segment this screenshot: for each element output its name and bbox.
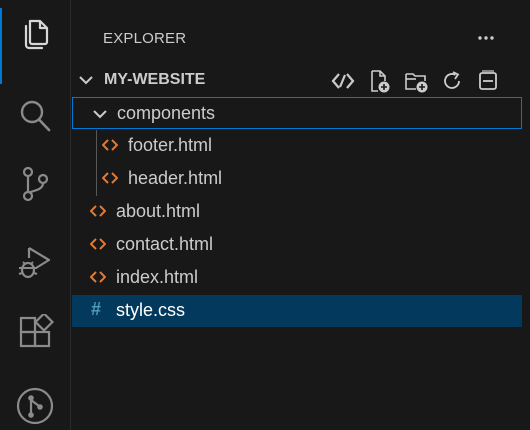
search-activity-button[interactable]: [0, 92, 71, 150]
activity-bar: [0, 0, 71, 430]
refresh-explorer-button[interactable]: [440, 69, 464, 93]
collapse-all-button[interactable]: [476, 69, 500, 93]
tree-file-contact[interactable]: contact.html: [72, 229, 522, 261]
tree-file-footer[interactable]: footer.html: [72, 130, 522, 162]
file-label: about.html: [116, 201, 201, 221]
collapse-all-icon: [479, 70, 497, 90]
refresh-icon: [444, 71, 460, 89]
extensions-icon: [19, 314, 54, 348]
search-icon: [20, 100, 51, 132]
folder-label: components: [117, 103, 216, 123]
more-actions-button[interactable]: [472, 26, 500, 50]
file-label: index.html: [116, 267, 199, 287]
html-icon: [102, 139, 118, 151]
workspace-name: MY-WEBSITE: [104, 71, 206, 88]
git-graph-activity-button[interactable]: [0, 380, 71, 430]
source-control-icon: [22, 166, 49, 202]
explorer-activity-button[interactable]: [0, 14, 71, 72]
open-editors-icon: [331, 73, 355, 89]
run-debug-activity-button[interactable]: [0, 238, 71, 296]
html-icon: [90, 271, 106, 283]
tree-file-about[interactable]: about.html: [72, 196, 522, 228]
tree-file-index[interactable]: index.html: [72, 262, 522, 294]
git-graph-icon: [16, 387, 54, 425]
html-icon: [90, 205, 106, 217]
file-label: style.css: [116, 300, 186, 320]
sidebar-title: EXPLORER: [103, 30, 187, 47]
new-file-icon: [371, 70, 390, 93]
open-editors-button[interactable]: [330, 69, 355, 93]
new-file-button[interactable]: [368, 69, 392, 93]
new-folder-button[interactable]: [404, 69, 428, 93]
chevron-down-icon: [79, 76, 93, 85]
html-icon: [102, 172, 118, 184]
files-icon: [24, 19, 49, 50]
new-folder-icon: [405, 73, 428, 93]
source-control-activity-button[interactable]: [0, 160, 71, 218]
css-icon: #: [91, 299, 102, 319]
file-label: header.html: [128, 168, 223, 188]
extensions-activity-button[interactable]: [0, 308, 71, 366]
tree-folder-components[interactable]: components: [72, 97, 522, 129]
file-label: contact.html: [116, 234, 214, 254]
tree-file-header[interactable]: header.html: [72, 163, 522, 195]
workspace-section-header[interactable]: MY-WEBSITE: [72, 64, 530, 96]
html-icon: [90, 238, 106, 250]
tree-file-style[interactable]: # style.css: [72, 295, 522, 327]
file-label: footer.html: [128, 135, 213, 155]
run-debug-icon: [18, 247, 51, 279]
chevron-down-icon: [93, 110, 107, 119]
ellipsis-icon: [478, 36, 494, 40]
explorer-sidebar: EXPLORER MY-WEBSITE components footer.ht…: [72, 0, 530, 430]
